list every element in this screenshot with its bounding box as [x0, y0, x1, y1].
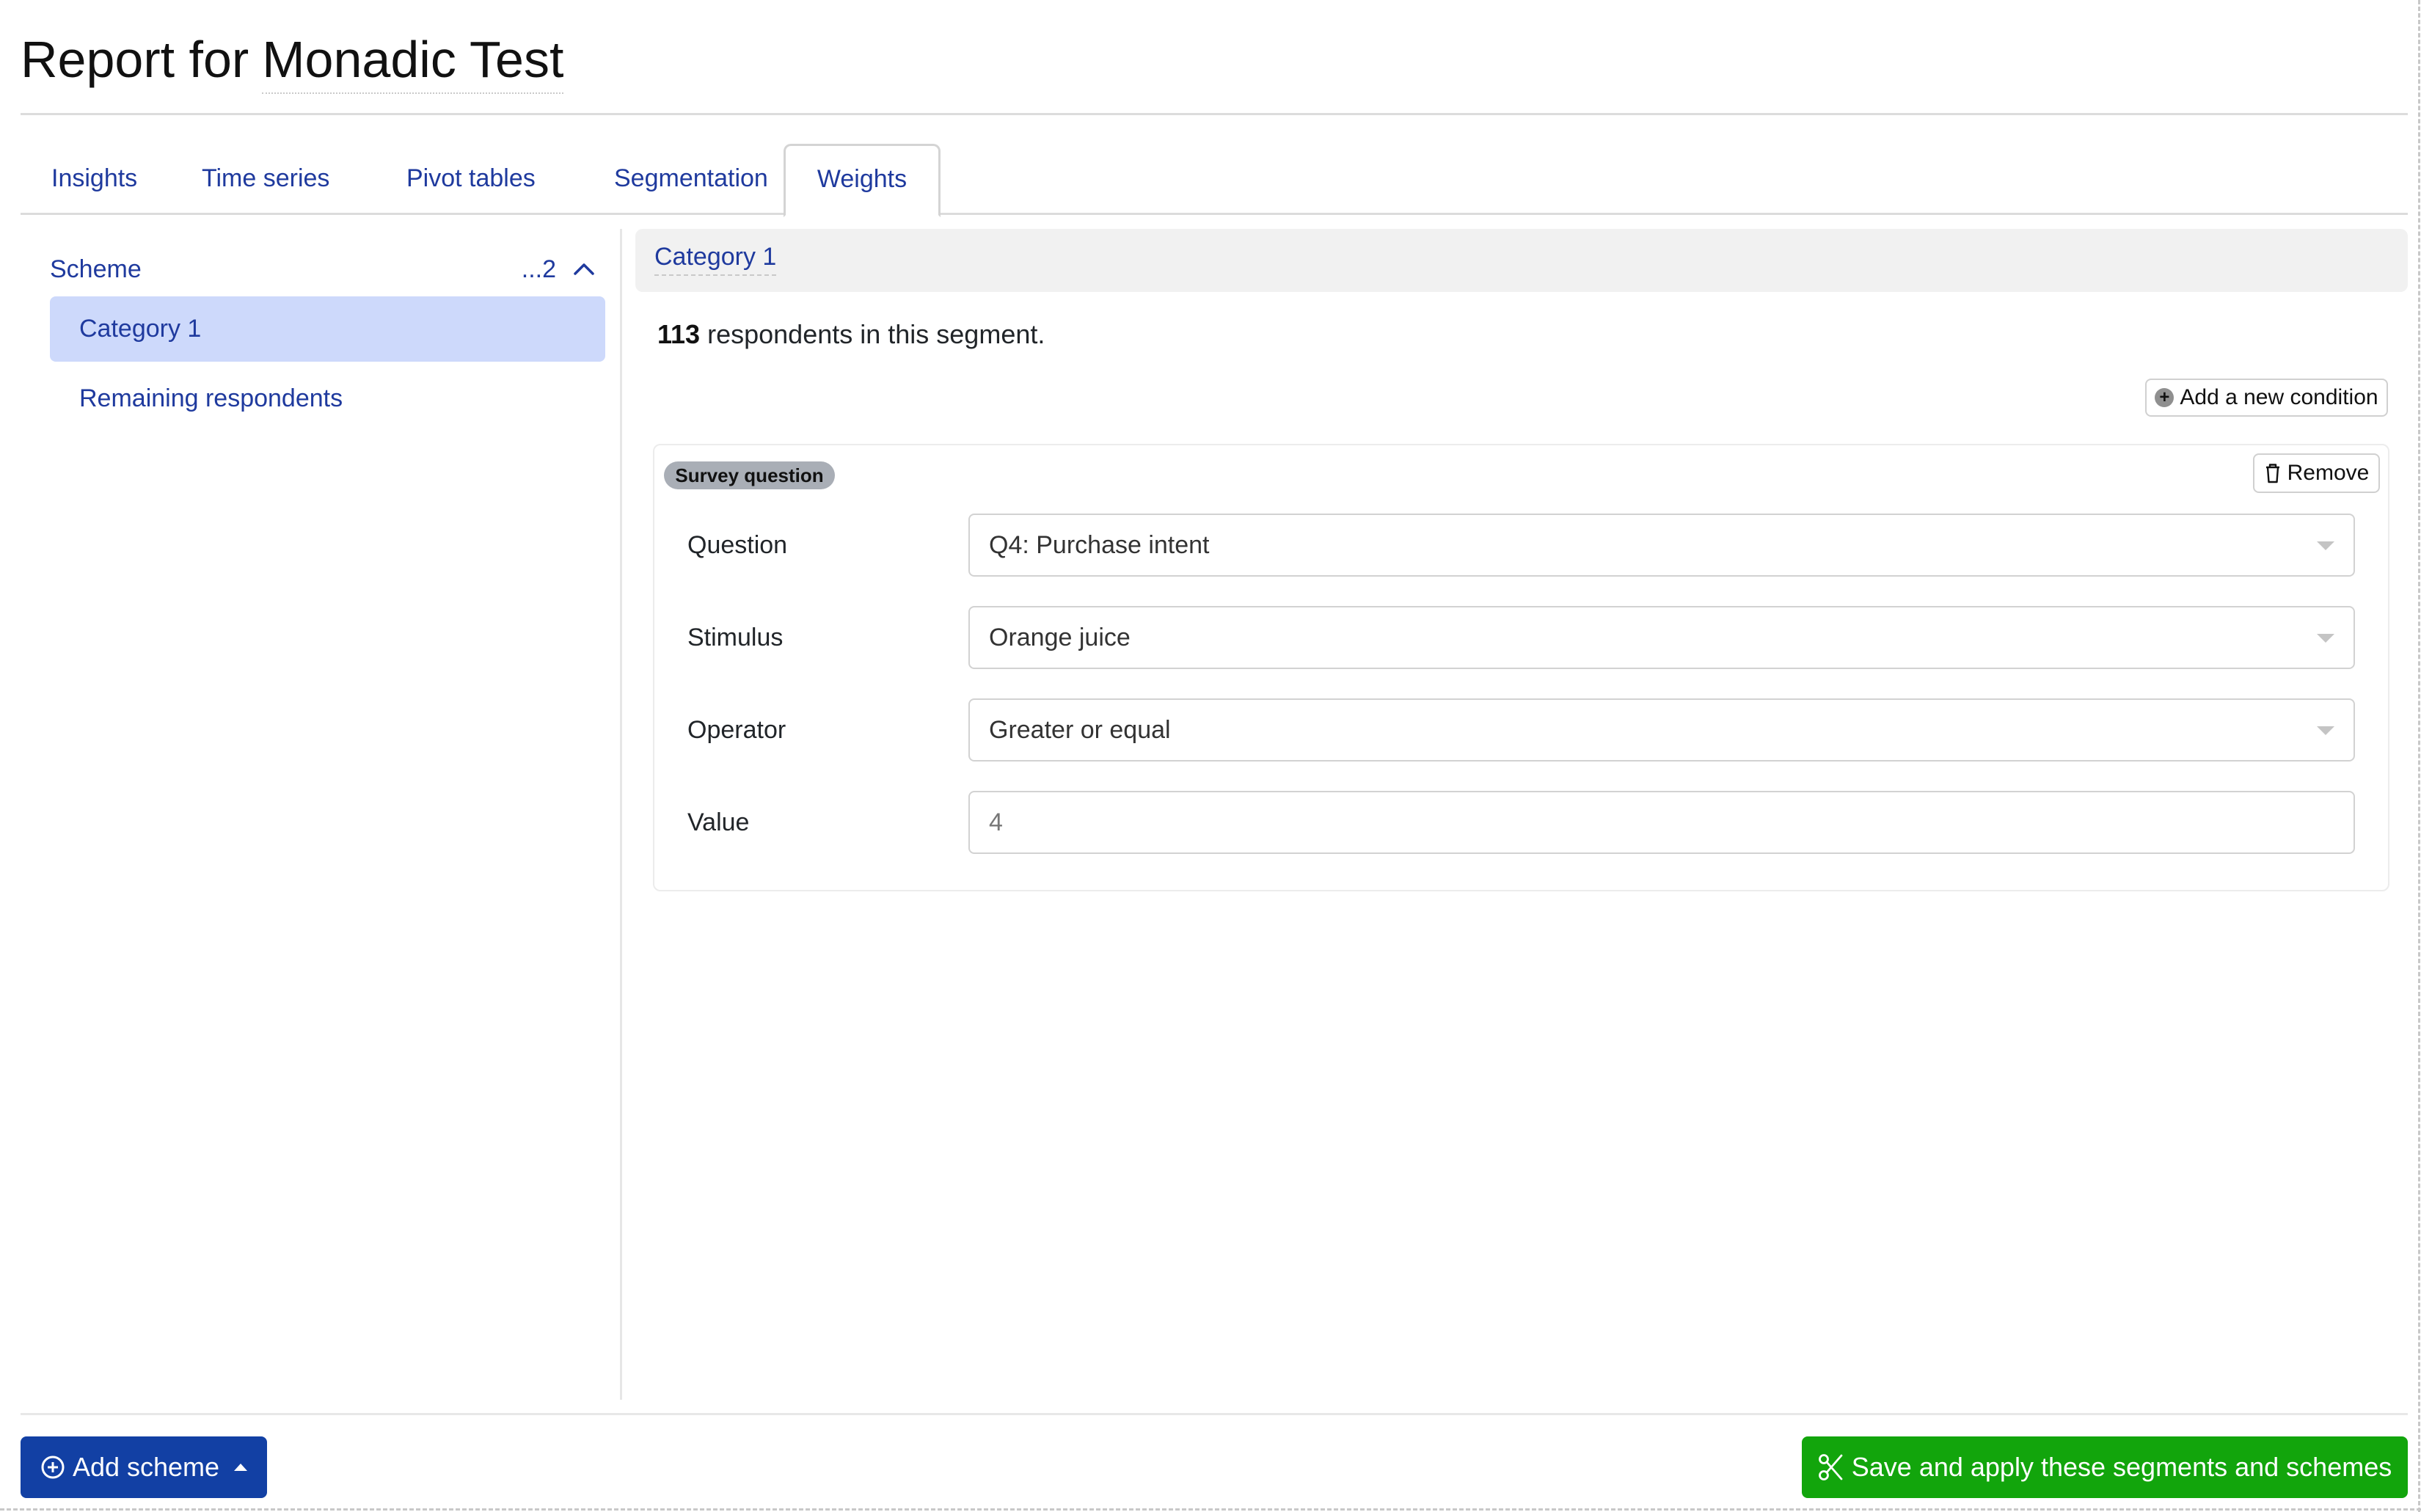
respondent-text: respondents in this segment.	[707, 319, 1045, 349]
add-scheme-label: Add scheme	[72, 1452, 220, 1482]
tab-insights[interactable]: Insights	[21, 144, 168, 213]
stimulus-select[interactable]: Orange juice	[968, 606, 2355, 669]
save-apply-button[interactable]: Save and apply these segments and scheme…	[1802, 1436, 2408, 1498]
respondent-summary: 113 respondents in this segment.	[657, 317, 1045, 352]
sidebar-divider	[620, 229, 622, 1400]
dropdown-caret-icon	[2317, 726, 2334, 735]
operator-select[interactable]: Greater or equal	[968, 698, 2355, 762]
value-label: Value	[687, 808, 750, 836]
operator-label: Operator	[687, 716, 786, 744]
page-edge-right	[2418, 0, 2420, 1512]
operator-select-value: Greater or equal	[989, 716, 1171, 744]
tab-time-series[interactable]: Time series	[171, 144, 360, 213]
segment-item-remaining-respondents[interactable]: Remaining respondents	[50, 366, 605, 431]
plus-circle-icon	[41, 1456, 65, 1479]
report-tabs: Insights Time series Pivot tables Segmen…	[21, 144, 2408, 217]
stimulus-select-value: Orange juice	[989, 624, 1131, 651]
remove-label: Remove	[2287, 461, 2370, 485]
add-condition-button[interactable]: + Add a new condition	[2145, 379, 2388, 417]
footer-divider	[21, 1413, 2408, 1415]
segment-item-category-1[interactable]: Category 1	[50, 296, 605, 362]
trash-icon	[2265, 464, 2279, 483]
add-condition-label: Add a new condition	[2180, 385, 2378, 409]
title-prefix: Report for	[21, 31, 249, 88]
project-name-editable[interactable]: Monadic Test	[262, 26, 564, 94]
segment-header: Category 1	[635, 229, 2408, 292]
scheme-count: ...2	[521, 255, 556, 283]
scheme-sidebar: Scheme ...2 Category 1 Remaining respond…	[21, 229, 620, 1400]
tab-pivot-tables[interactable]: Pivot tables	[376, 144, 566, 213]
question-select-value: Q4: Purchase intent	[989, 531, 1210, 559]
add-scheme-button[interactable]: Add scheme	[21, 1436, 267, 1498]
tab-weights[interactable]: Weights	[784, 144, 941, 217]
condition-type-badge: Survey question	[664, 461, 835, 489]
scheme-header[interactable]: Scheme ...2	[50, 244, 600, 295]
dropdown-caret-icon	[2317, 634, 2334, 643]
dropdown-caret-icon	[2317, 541, 2334, 550]
tab-segmentation[interactable]: Segmentation	[583, 144, 799, 213]
caret-up-icon	[234, 1464, 248, 1471]
header-divider	[21, 113, 2408, 115]
page-edge-bottom	[0, 1508, 2421, 1511]
segment-name-editable[interactable]: Category 1	[654, 239, 777, 276]
save-apply-label: Save and apply these segments and scheme…	[1851, 1452, 2392, 1482]
stimulus-label: Stimulus	[687, 624, 784, 651]
remove-condition-button[interactable]: Remove	[2253, 453, 2380, 493]
value-input[interactable]: 4	[968, 791, 2355, 854]
scheme-label: Scheme	[50, 255, 142, 283]
question-label: Question	[687, 531, 788, 559]
question-select[interactable]: Q4: Purchase intent	[968, 514, 2355, 577]
chevron-up-icon[interactable]	[569, 244, 599, 295]
respondent-count: 113	[657, 319, 701, 349]
plus-circle-icon: +	[2155, 388, 2174, 407]
scissors-icon	[1818, 1454, 1843, 1480]
page-title: Report for Monadic Test	[21, 26, 564, 94]
